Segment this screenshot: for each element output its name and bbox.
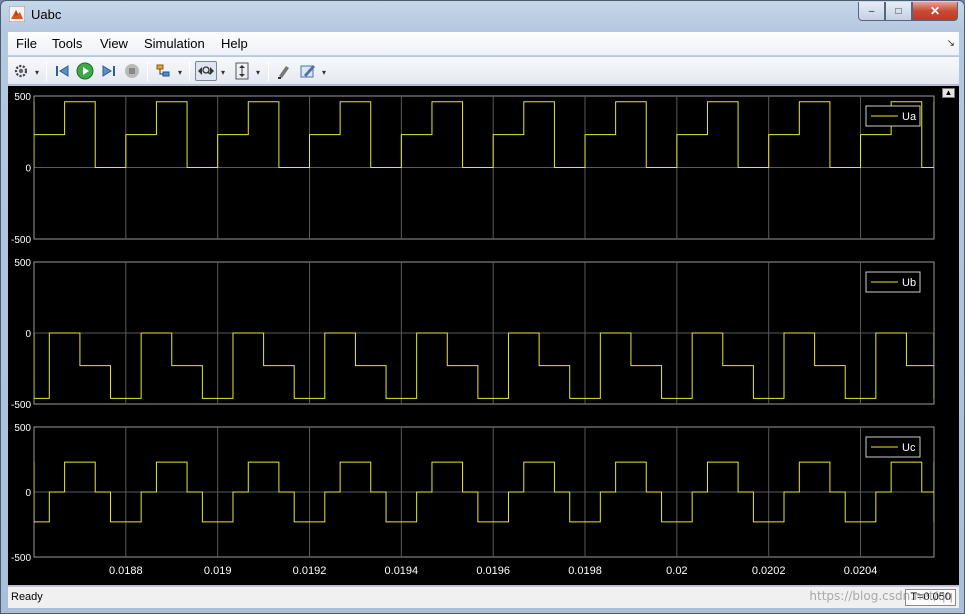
highlight-icon[interactable]: [153, 61, 173, 81]
highlight-dropdown-icon[interactable]: ▾: [178, 68, 182, 77]
y-tick-label: 0: [25, 164, 31, 175]
legend-ub[interactable]: Ub: [865, 271, 921, 293]
zoom-y-icon[interactable]: [232, 61, 252, 81]
legend-label: Uc: [902, 442, 916, 454]
x-tick-label: 0.0202: [752, 565, 786, 577]
zoom-x-icon[interactable]: [195, 61, 217, 81]
toolbar-separator: [147, 61, 148, 81]
gear-dropdown-icon[interactable]: ▾: [35, 68, 39, 77]
close-button[interactable]: ✕: [912, 2, 958, 21]
x-tick-label: 0.0192: [293, 565, 327, 577]
undock-icon[interactable]: ▲: [942, 88, 955, 98]
status-text: Ready: [11, 591, 43, 603]
x-tick-label: 0.0198: [568, 565, 602, 577]
run-icon[interactable]: [75, 61, 95, 81]
stop-icon[interactable]: [122, 61, 142, 81]
scope-plot-area[interactable]: 500 0 -500 Ua 500 0 -500 Ub 500 0 -500 Uc 0.0188 0.01…: [8, 86, 959, 585]
menu-tools[interactable]: Tools: [52, 36, 82, 51]
toolbar-separator: [189, 61, 190, 81]
style-icon[interactable]: [274, 61, 294, 81]
y-tick-label: -500: [11, 400, 31, 411]
legend-label: Ub: [902, 277, 916, 289]
y-tick-label: 500: [14, 92, 31, 103]
y-tick-label: 0: [25, 329, 31, 340]
scope-panel-ua[interactable]: 500 0 -500 Ua: [11, 92, 935, 246]
toolbar: ▾ ▾ ▾ ▾ ▾: [8, 57, 959, 85]
x-tick-label: 0.0188: [109, 565, 143, 577]
y-tick-label: -500: [11, 235, 31, 246]
y-tick-label: 500: [14, 258, 31, 269]
y-tick-label: -500: [11, 553, 31, 564]
chevron-icon[interactable]: ↘: [947, 38, 955, 49]
menu-file[interactable]: File: [16, 36, 37, 51]
y-tick-label: 0: [25, 488, 31, 499]
title-bar[interactable]: Uabc – □ ✕: [1, 1, 964, 27]
toolbar-separator: [46, 61, 47, 81]
menu-bar: File Tools View Simulation Help ↘: [8, 32, 959, 56]
menu-simulation[interactable]: Simulation: [144, 36, 205, 51]
x-axis-labels: 0.0188 0.019 0.0192 0.0194 0.0196 0.0198 0.02 0…: [109, 565, 877, 577]
scope-panel-ub[interactable]: 500 0 -500 Ub: [11, 258, 935, 411]
zoom-y-dropdown-icon[interactable]: ▾: [256, 68, 260, 77]
minimize-button[interactable]: –: [858, 2, 885, 21]
menu-view[interactable]: View: [100, 36, 128, 51]
scope-panel-uc[interactable]: 500 0 -500 Uc: [11, 423, 935, 564]
menu-help[interactable]: Help: [221, 36, 248, 51]
x-tick-label: 0.0196: [476, 565, 510, 577]
legend-uc[interactable]: Uc: [865, 436, 921, 458]
zoom-x-dropdown-icon[interactable]: ▾: [221, 68, 225, 77]
matlab-logo-icon: [8, 5, 26, 23]
x-tick-label: 0.019: [204, 565, 232, 577]
watermark: https://blog.csdn.net/qq: [809, 589, 953, 603]
x-tick-label: 0.0194: [385, 565, 419, 577]
gear-icon[interactable]: [11, 61, 31, 81]
scope-axes[interactable]: 500 0 -500 Ua 500 0 -500 Ub 500 0 -500 Uc 0.0188 0.01…: [8, 86, 959, 585]
toolbar-separator: [268, 61, 269, 81]
x-tick-label: 0.0204: [844, 565, 878, 577]
step-back-icon[interactable]: [52, 61, 72, 81]
window-controls: – □ ✕: [858, 2, 958, 21]
legend-label: Ua: [902, 111, 917, 123]
measure-icon[interactable]: [298, 61, 318, 81]
x-tick-label: 0.02: [666, 565, 687, 577]
maximize-button[interactable]: □: [885, 2, 912, 21]
legend-ua[interactable]: Ua: [865, 105, 921, 127]
step-forward-icon[interactable]: [99, 61, 119, 81]
y-tick-label: 500: [14, 423, 31, 434]
measure-dropdown-icon[interactable]: ▾: [322, 68, 326, 77]
scope-window: Uabc – □ ✕ File Tools View Simulation He…: [0, 0, 965, 614]
window-title: Uabc: [31, 7, 62, 22]
